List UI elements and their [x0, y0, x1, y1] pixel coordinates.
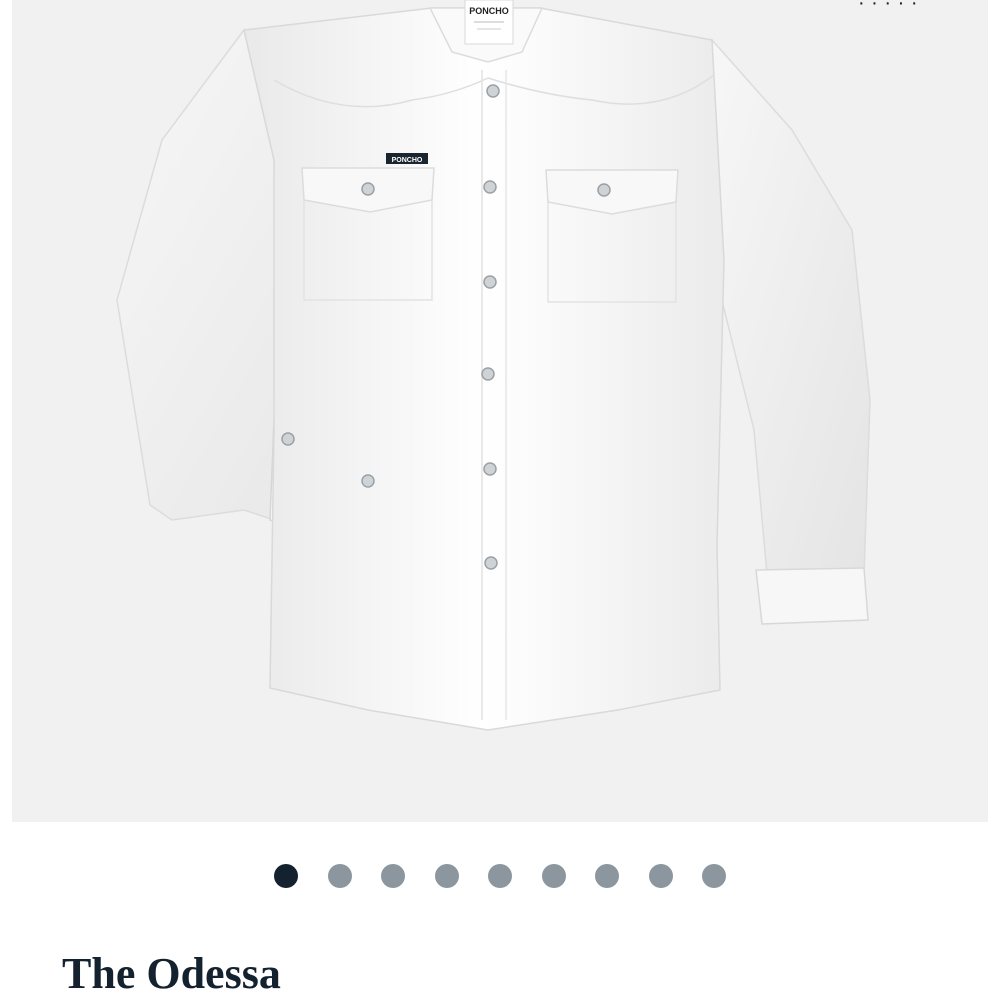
- carousel-dot-2[interactable]: [327, 864, 352, 888]
- carousel-dot-9[interactable]: [702, 864, 726, 888]
- shirt-illustration: PONCHO PONCHO: [116, 0, 871, 731]
- product-title: The Odessa: [62, 949, 281, 998]
- product-image[interactable]: · · · · · PONCHO PONCHO: [12, 0, 988, 822]
- carousel-dot-6[interactable]: [541, 864, 566, 888]
- carousel-dot-7[interactable]: [595, 864, 619, 888]
- product-page: · · · · · PONCHO PONCHO The Odessa: [0, 0, 1000, 1000]
- carousel-dot-4[interactable]: [434, 864, 459, 888]
- collar-label-text: PONCHO: [469, 6, 509, 16]
- chest-tag-text: PONCHO: [392, 157, 423, 164]
- carousel-dot-1[interactable]: [274, 864, 298, 888]
- image-carousel-dots: [0, 864, 1000, 888]
- carousel-dot-8[interactable]: [648, 864, 673, 888]
- carousel-dot-3[interactable]: [381, 864, 405, 888]
- carousel-dot-5[interactable]: [488, 864, 512, 888]
